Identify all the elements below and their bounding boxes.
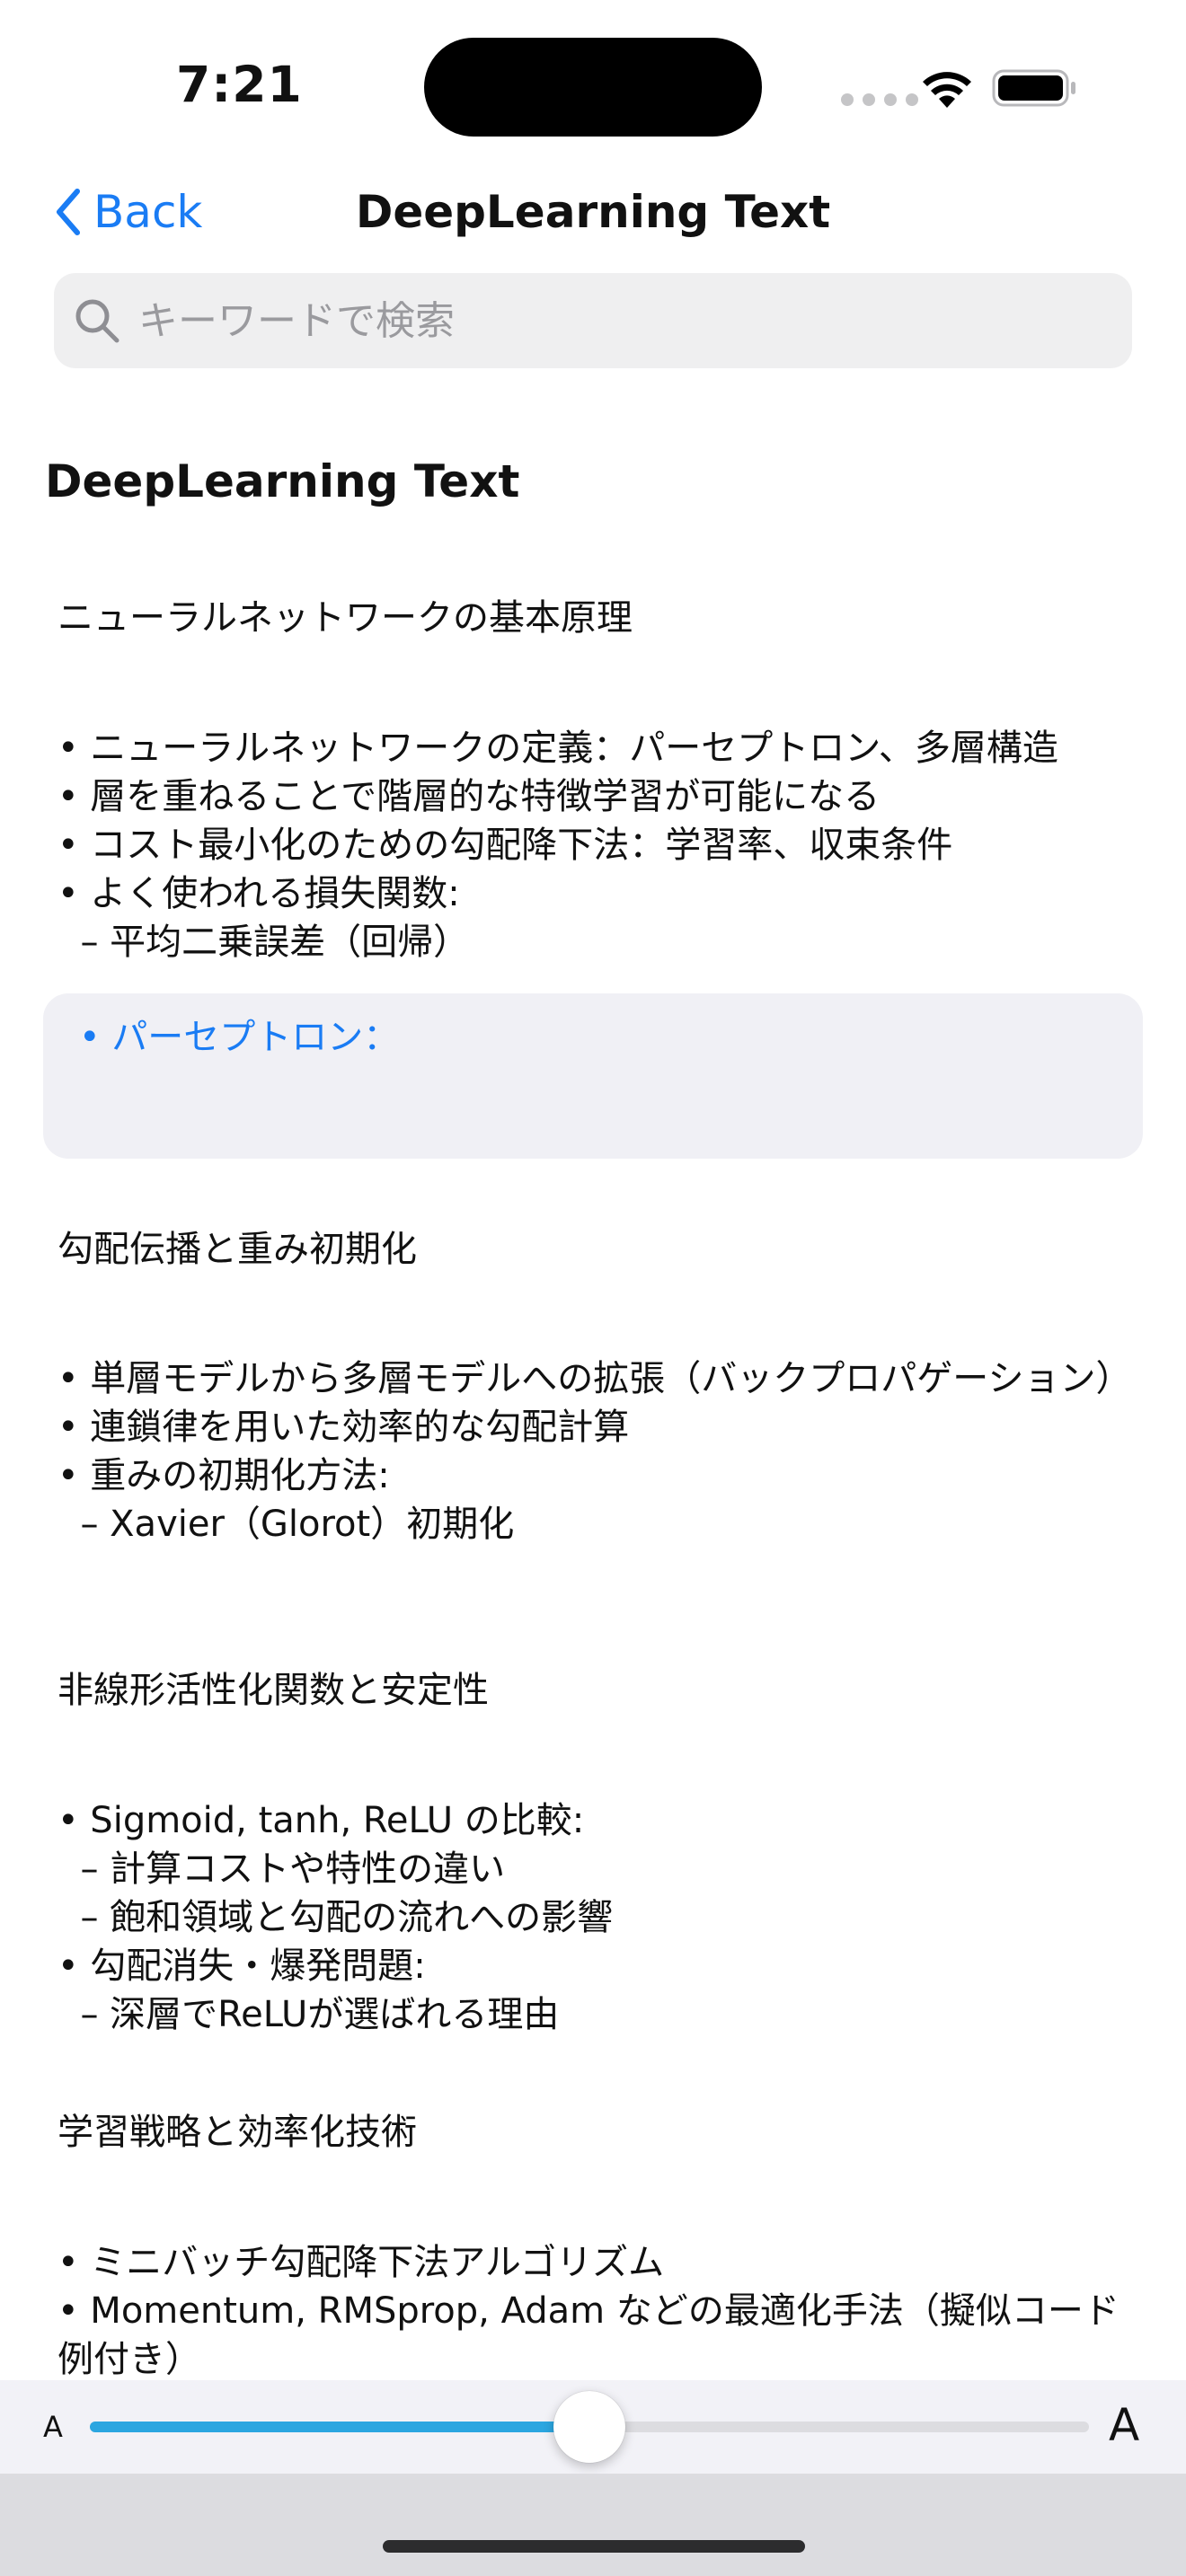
chevron-left-icon bbox=[57, 189, 80, 235]
section-body: • 単層モデルから多層モデルへの拡張（バックプロパゲーション） • 連鎖律を用い… bbox=[58, 1358, 1132, 1545]
section-heading: 学習戦略と効率化技術 bbox=[58, 2112, 417, 2153]
section-heading: 非線形活性化関数と安定性 bbox=[58, 1670, 489, 1711]
app-screen: 7:21 Back DeepLearning Text DeepLearning… bbox=[0, 0, 1186, 2576]
document-title: DeepLearning Text bbox=[45, 455, 520, 507]
highlight-text: • パーセプトロン： bbox=[79, 1017, 400, 1058]
section-heading: 勾配伝播と重み初期化 bbox=[58, 1229, 417, 1270]
slider-fill bbox=[90, 2422, 589, 2432]
wifi-icon bbox=[923, 72, 971, 108]
cellular-signal-icon bbox=[841, 93, 918, 106]
search-bar[interactable] bbox=[54, 273, 1132, 368]
search-icon bbox=[75, 299, 119, 343]
section-body: • ニューラルネットワークの定義：パーセプトロン、多層構造 • 層を重ねることで… bbox=[58, 728, 1058, 963]
battery-icon bbox=[992, 69, 1075, 107]
slider-thumb[interactable] bbox=[553, 2391, 625, 2463]
highlight-card[interactable]: • パーセプトロン： bbox=[43, 993, 1143, 1159]
section-heading: ニューラルネットワークの基本原理 bbox=[58, 597, 633, 639]
home-indicator[interactable] bbox=[383, 2540, 805, 2553]
section-body: • ミニバッチ勾配降下法アルゴリズム • Momentum, RMSprop, … bbox=[58, 2242, 1120, 2380]
section-body: • Sigmoid, tanh, ReLU の比較: – 計算コストや特性の違い… bbox=[58, 1800, 614, 2035]
font-size-small-label: A bbox=[43, 2410, 63, 2444]
font-size-slider-bar: A A bbox=[0, 2380, 1186, 2474]
status-time: 7:21 bbox=[176, 56, 303, 113]
bottom-safe-area bbox=[0, 2474, 1186, 2576]
font-size-large-label: A bbox=[1109, 2399, 1140, 2451]
back-button[interactable]: Back bbox=[52, 180, 202, 244]
search-input[interactable] bbox=[137, 284, 1132, 357]
back-label: Back bbox=[93, 186, 203, 238]
font-size-slider[interactable] bbox=[90, 2391, 1089, 2463]
dynamic-island bbox=[424, 38, 762, 137]
